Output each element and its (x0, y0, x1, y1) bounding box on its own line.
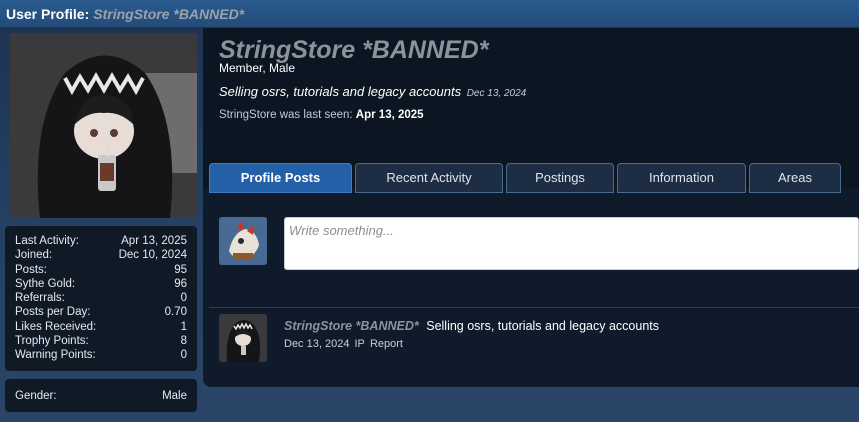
stat-label: Posts per Day: (15, 306, 91, 319)
stat-trophy-points: Trophy Points: 8 (15, 334, 187, 348)
gender-value: Male (162, 389, 187, 402)
stat-label: Referrals: (15, 292, 65, 305)
stat-label: Sythe Gold: (15, 277, 76, 290)
stat-joined: Joined: Dec 10, 2024 (15, 248, 187, 262)
page-title-bar: User Profile: StringStore *BANNED* (0, 0, 859, 28)
stat-referrals: Referrals: 0 (15, 291, 187, 305)
profile-post-input[interactable] (284, 217, 859, 270)
last-seen-prefix: StringStore was last seen: (219, 109, 353, 121)
post-author-avatar[interactable] (219, 314, 267, 362)
stat-value: 0.70 (164, 306, 187, 319)
divider (209, 307, 859, 308)
gender-label: Gender: (15, 389, 57, 402)
profile-user-title: Member, Male (219, 61, 296, 75)
tab-profile-posts[interactable]: Profile Posts (209, 163, 352, 193)
post-message: Selling osrs, tutorials and legacy accou… (426, 319, 659, 333)
last-seen-date: Apr 13, 2025 (355, 109, 424, 121)
profile-avatar[interactable] (10, 33, 197, 218)
stat-value: Apr 13, 2025 (121, 235, 187, 247)
stat-sythe-gold: Sythe Gold: 96 (15, 277, 187, 291)
tab-areas[interactable]: Areas (749, 163, 841, 193)
stat-value: 0 (180, 349, 187, 362)
post-ip-link[interactable]: IP (355, 338, 365, 350)
post-author[interactable]: StringStore *BANNED* (284, 319, 419, 333)
tab-information[interactable]: Information (617, 163, 746, 193)
stat-value: 0 (180, 292, 187, 305)
stat-label: Posts: (15, 263, 47, 276)
stat-label: Likes Received: (15, 320, 97, 333)
stat-value: 1 (180, 320, 187, 333)
post-report-link[interactable]: Report (370, 338, 403, 350)
stat-label: Trophy Points: (15, 335, 89, 348)
tab-postings[interactable]: Postings (506, 163, 614, 193)
stat-label: Warning Points: (15, 349, 96, 362)
composer-avatar[interactable] (219, 217, 267, 265)
post-content: StringStore *BANNED* Selling osrs, tutor… (284, 319, 659, 333)
profile-main-panel: StringStore *BANNED* Member, Male Sellin… (203, 28, 859, 387)
stat-label: Joined: (15, 249, 53, 262)
stat-value: 8 (180, 335, 187, 348)
stat-value: Dec 10, 2024 (118, 249, 187, 262)
stat-warning-points: Warning Points: 0 (15, 348, 187, 362)
page-title-username: StringStore *BANNED* (93, 5, 245, 22)
stat-posts-per-day: Posts per Day: 0.70 (15, 305, 187, 319)
stat-value: 95 (174, 263, 187, 276)
stat-label: Last Activity: (15, 235, 79, 247)
stat-posts: Posts: 95 (15, 263, 187, 277)
status-date[interactable]: Dec 13, 2024 (467, 88, 527, 99)
page-title-label: User Profile: (6, 5, 90, 22)
post-date[interactable]: Dec 13, 2024 (284, 338, 349, 350)
post-meta: Dec 13, 2024 IP Report (284, 338, 405, 350)
last-seen: StringStore was last seen: Apr 13, 2025 (219, 109, 424, 121)
stat-last-activity: Last Activity: Apr 13, 2025 (15, 234, 187, 248)
profile-status: Selling osrs, tutorials and legacy accou… (219, 84, 526, 99)
status-text: Selling osrs, tutorials and legacy accou… (219, 84, 462, 99)
stat-value: 96 (174, 277, 187, 290)
stat-likes-received: Likes Received: 1 (15, 320, 187, 334)
gender-panel: Gender: Male (5, 379, 197, 412)
profile-stats-panel: Last Activity: Apr 13, 2025 Joined: Dec … (5, 226, 197, 371)
tab-recent-activity[interactable]: Recent Activity (355, 163, 503, 193)
